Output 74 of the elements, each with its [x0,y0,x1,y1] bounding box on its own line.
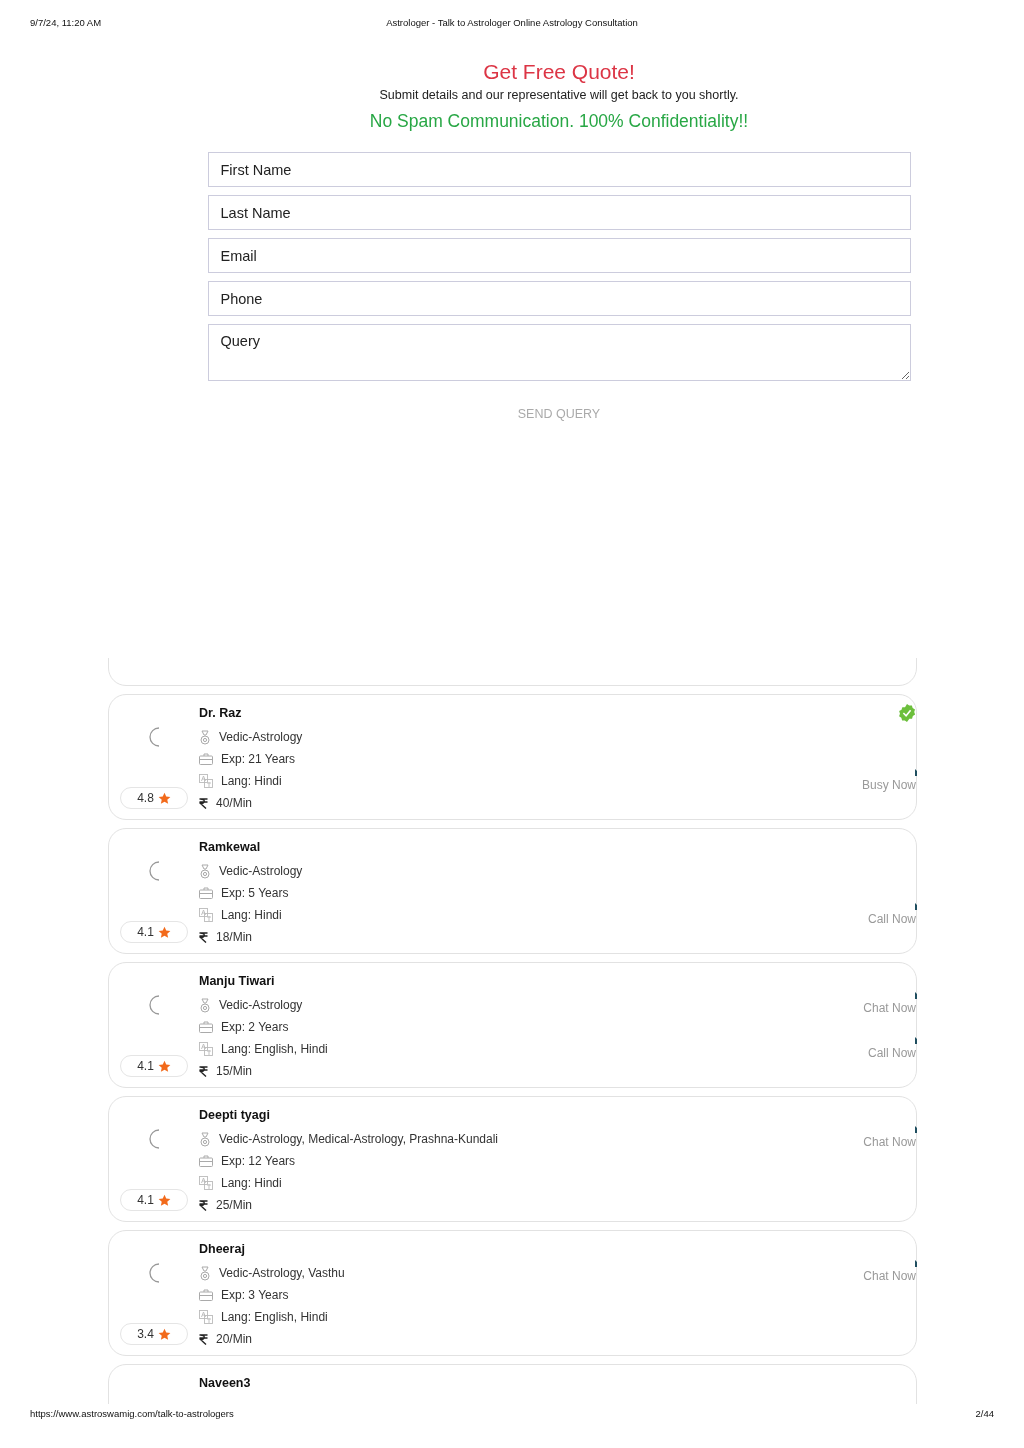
medal-icon [199,1131,211,1147]
rupee-icon [199,1333,208,1345]
skills-text: Vedic-Astrology [219,864,303,878]
star-icon [157,1327,171,1341]
form-tagline: No Spam Communication. 100% Confidentiality!! [369,111,749,132]
price-text: 40/Min [216,796,253,810]
translate-icon [199,774,213,788]
rupee-icon [199,931,208,943]
language-text: Lang: English, Hindi [221,1042,328,1056]
experience-text: Exp: 12 Years [221,1154,296,1168]
experience-text: Exp: 21 Years [221,752,296,766]
page-url: https://www.astroswamig.com/talk-to-astrologers [30,1408,235,1421]
translate-icon [199,908,213,922]
astrologer-name: Manju Tiwari [199,974,276,990]
astrologer-card[interactable]: 4.1 Ramkewal Vedic-Astrology Exp: 5 Years Lang: Hindi 18/Min Call Now [108,828,917,954]
form-title: Get Free Quote! [483,60,635,84]
input-field[interactable]: First Name [207,152,911,187]
loading-spinner-icon [147,727,161,747]
print-date: 9/7/24, 11:20 AM [30,17,103,30]
language-text: Lang: Hindi [221,774,282,788]
skills-text: Vedic-Astrology, Medical-Astrology, Prashna-Kundali [219,1132,499,1146]
astrologer-name: Dheeraj [199,1242,246,1258]
input-field[interactable]: Phone [207,281,911,316]
skills-text: Vedic-Astrology [219,730,303,744]
briefcase-icon [199,1155,213,1167]
briefcase-icon [199,1021,213,1033]
astrologer-name: Deepti tyagi [199,1108,271,1124]
page-title: Astrologer - Talk to Astrologer Online Astrology Consultation [386,17,638,30]
loading-spinner-icon [147,1263,161,1283]
input-field[interactable]: Email [207,238,911,273]
medal-icon [199,863,211,879]
translate-icon [199,1176,213,1190]
price-text: 25/Min [216,1198,253,1212]
rupee-icon [199,1065,208,1077]
medal-icon [199,997,211,1013]
form-subtitle: Submit details and our representative will get back to you shortly. [379,88,739,102]
translate-icon [199,1310,213,1324]
loading-spinner-icon [147,995,161,1015]
rupee-icon [199,797,208,809]
experience-text: Exp: 3 Years [221,1288,289,1302]
experience-text: Exp: 5 Years [221,886,289,900]
medal-icon [199,1265,211,1281]
star-icon [157,1193,171,1207]
astrologer-name: Naveen3 [199,1376,252,1392]
star-icon [157,925,171,939]
star-icon [157,1059,171,1073]
briefcase-icon [199,887,213,899]
price-text: 15/Min [216,1064,253,1078]
briefcase-icon [199,1289,213,1301]
star-icon [157,791,171,805]
language-text: Lang: Hindi [221,908,282,922]
loading-spinner-icon [147,861,161,881]
astrologer-name: Dr. Raz [199,706,243,722]
briefcase-icon [199,753,213,765]
astrologer-card[interactable]: 4.8 Dr. Raz Vedic-Astrology Exp: 21 Years Lang: Hindi 40/Min Busy Now [108,694,917,820]
translate-icon [199,1042,213,1056]
loading-spinner-icon [147,1129,161,1149]
input-field[interactable]: Last Name [207,195,911,230]
language-text: Lang: English, Hindi [221,1310,328,1324]
astrologer-card[interactable]: Naveen3 [108,1364,917,1404]
price-text: 18/Min [216,930,253,944]
astrologer-card[interactable]: 4.1 Deepti tyagi Vedic-Astrology, Medical-Astrology, Prashna-Kundali Exp: 12 Years Lang: Hindi 25/Min Chat Now [108,1096,917,1222]
language-text: Lang: Hindi [221,1176,282,1190]
astrologer-name: Ramkewal [199,840,262,856]
astrologer-card[interactable]: 3.4 Dheeraj Vedic-Astrology, Vasthu Exp: 3 Years Lang: English, Hindi 20/Min Chat Now [108,1230,917,1356]
price-text: 20/Min [216,1332,253,1346]
query-field[interactable]: Query [207,324,911,381]
busy-status: Busy Now [861,778,916,792]
page-number: 2/44 [975,1408,994,1421]
skills-text: Vedic-Astrology [219,998,303,1012]
medal-icon [199,729,211,745]
rupee-icon [199,1199,208,1211]
experience-text: Exp: 2 Years [221,1020,289,1034]
skills-text: Vedic-Astrology, Vasthu [219,1266,345,1280]
